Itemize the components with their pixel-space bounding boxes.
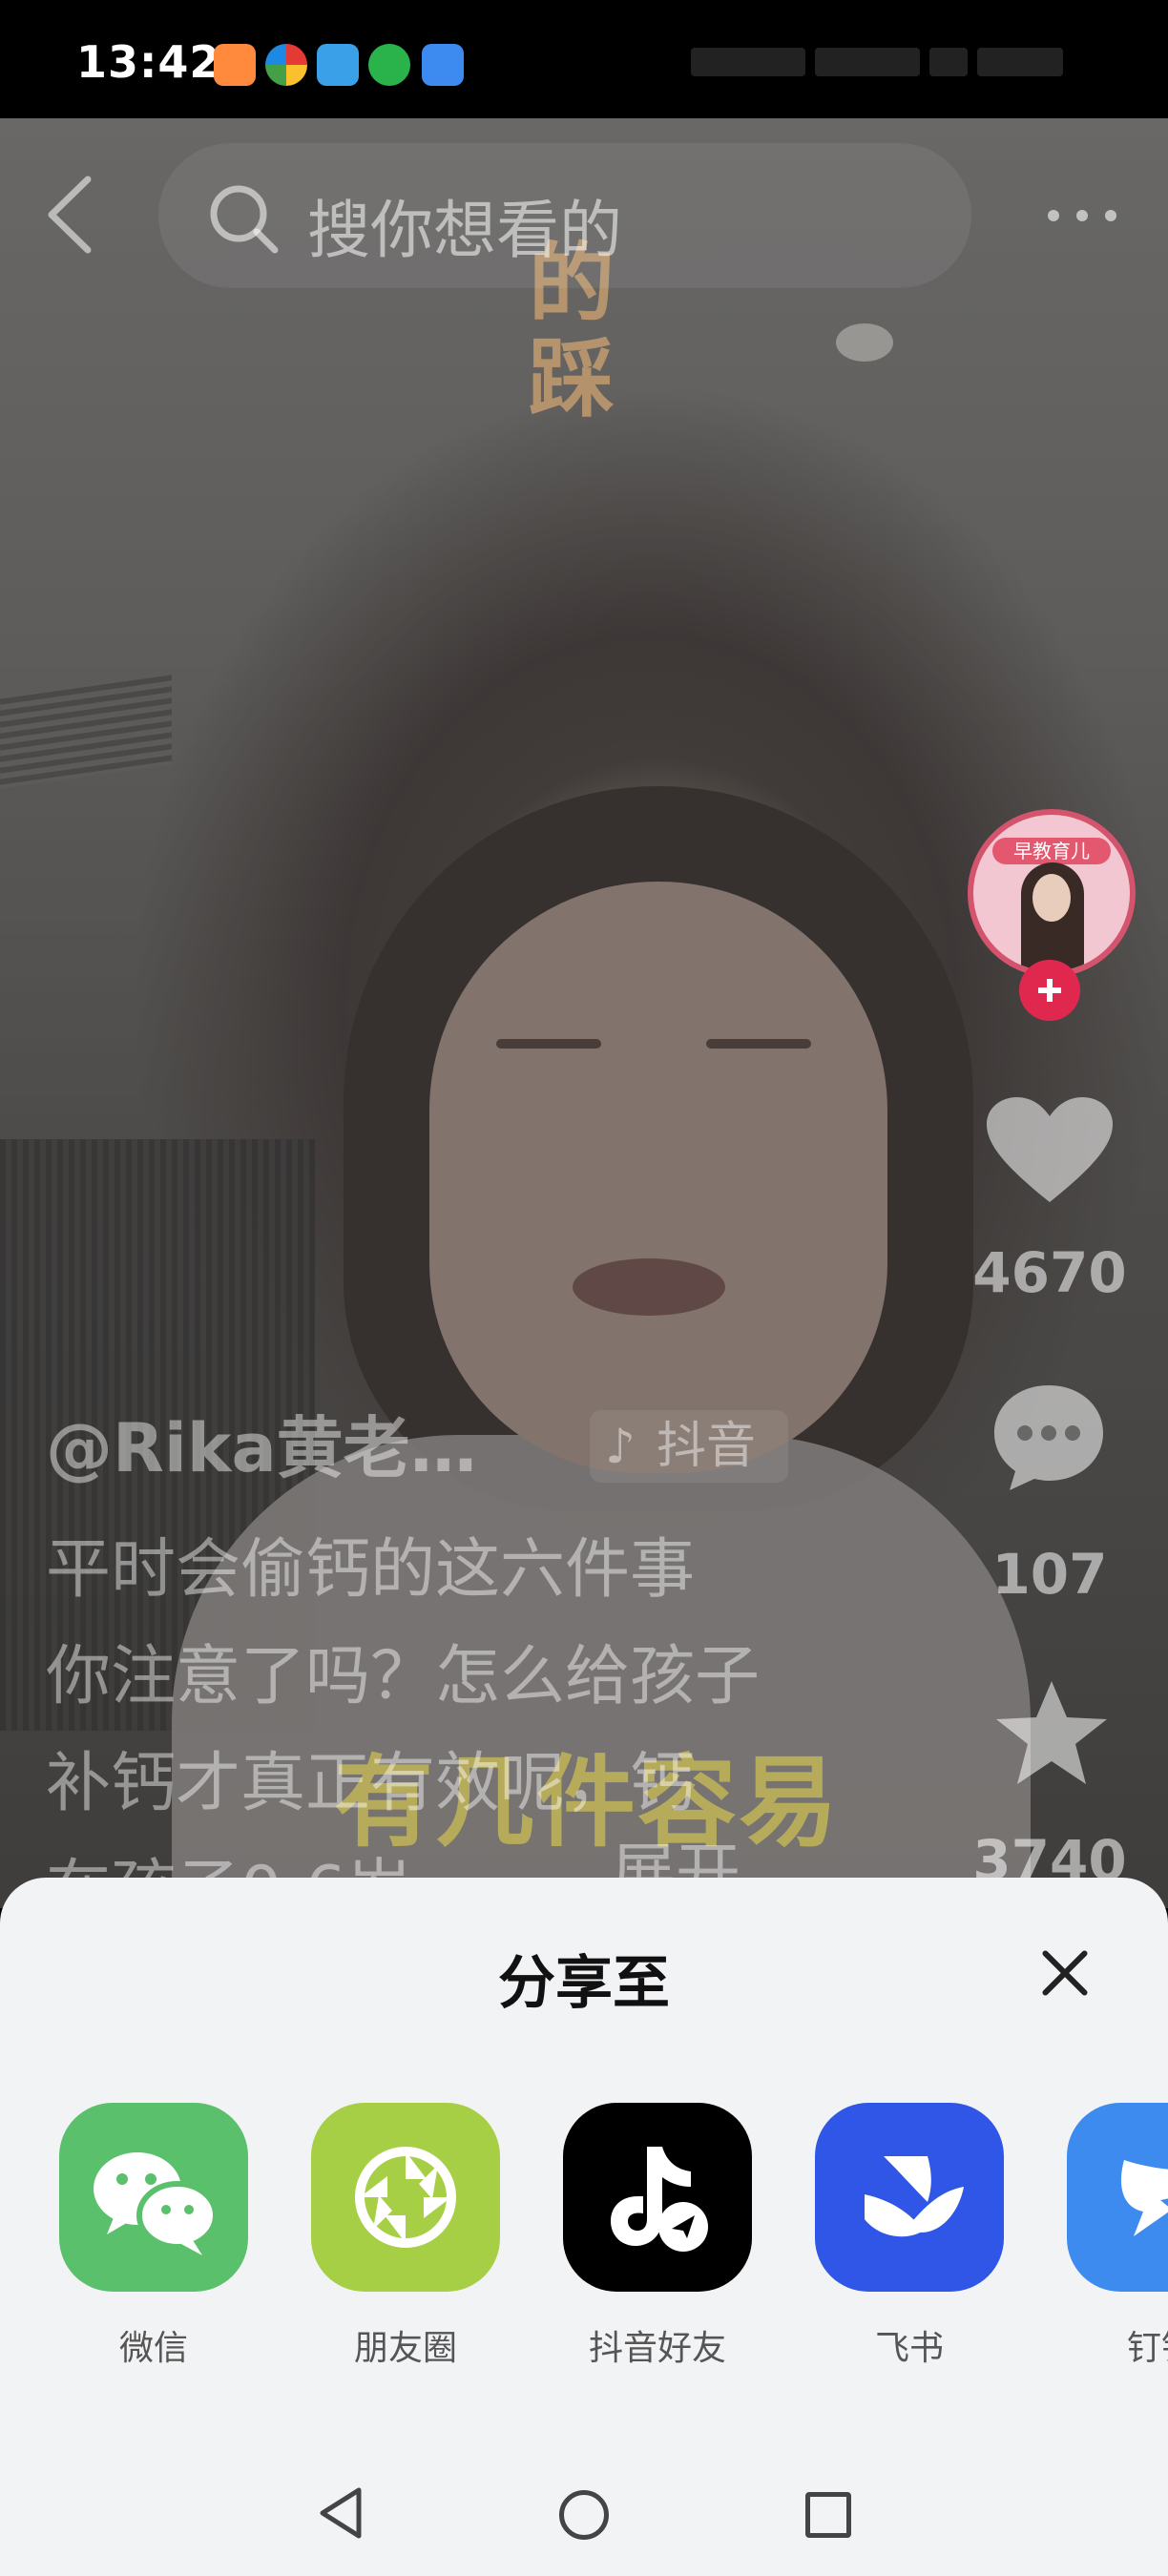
share-target-label: 朋友圈 [353, 2329, 457, 2368]
share-target-label: 微信 [118, 2329, 188, 2368]
avatar-tag: 早教育儿 [992, 838, 1111, 864]
wechat-icon [59, 2103, 248, 2292]
platform-tag[interactable]: ♪ 抖音 [590, 1410, 788, 1483]
share-sheet-title: 分享至 [498, 1950, 670, 2017]
search-icon [206, 181, 282, 258]
dingtalk-icon [1067, 2103, 1168, 2292]
douyin-friend-icon [563, 2103, 752, 2292]
creator-handle[interactable]: @Rika黄老… [46, 1395, 477, 1491]
system-status-icons [681, 48, 1101, 82]
comment-button[interactable] [989, 1380, 1109, 1494]
feishu-icon [815, 2103, 1004, 2292]
search-app-icon [317, 44, 359, 86]
music-note-icon: ♪ [605, 1419, 636, 1474]
share-target-label: 飞书 [874, 2329, 944, 2368]
chevron-left-icon [48, 176, 92, 254]
favorite-button[interactable] [992, 1677, 1111, 1792]
creator-avatar[interactable]: 早教育儿 [968, 809, 1136, 977]
platform-tag-label: 抖音 [657, 1418, 757, 1475]
colorful-app-icon [265, 44, 307, 86]
description-line: 平时会偷钙的这六件事 [46, 1532, 696, 1608]
comment-icon [994, 1385, 1103, 1490]
star-icon [996, 1681, 1107, 1784]
app-root: 13:42 的踩 有几件容易 搜你想看的 早教育儿 4670 107 3740 … [0, 0, 1168, 2576]
back-button[interactable] [38, 172, 99, 258]
more-options-button[interactable] [1040, 181, 1126, 248]
health-app-icon [214, 44, 256, 86]
share-target-label: 抖音好友 [588, 2329, 726, 2368]
share-target-label: 钉钉 [1126, 2329, 1168, 2368]
cloud-icon [422, 44, 464, 86]
avatar-face [1032, 874, 1071, 922]
like-count: 4670 [972, 1240, 1127, 1305]
nav-back-button[interactable] [317, 2486, 365, 2540]
comment-count: 107 [991, 1542, 1108, 1607]
moments-icon [311, 2103, 500, 2292]
heart-icon [987, 1097, 1113, 1202]
wechat-icon [368, 44, 410, 86]
search-placeholder: 搜你想看的 [307, 194, 622, 267]
follow-button[interactable] [1019, 960, 1080, 1021]
close-icon[interactable] [1038, 1946, 1092, 2000]
description-line: 你注意了吗？怎么给孩子 [46, 1639, 761, 1714]
nav-home-button[interactable] [559, 2490, 609, 2540]
nav-recents-button[interactable] [805, 2492, 851, 2538]
status-time: 13:42 [76, 36, 221, 88]
triangle-back-icon [320, 2487, 362, 2539]
like-button[interactable] [983, 1095, 1116, 1210]
status-bar: 13:42 [0, 0, 1168, 118]
